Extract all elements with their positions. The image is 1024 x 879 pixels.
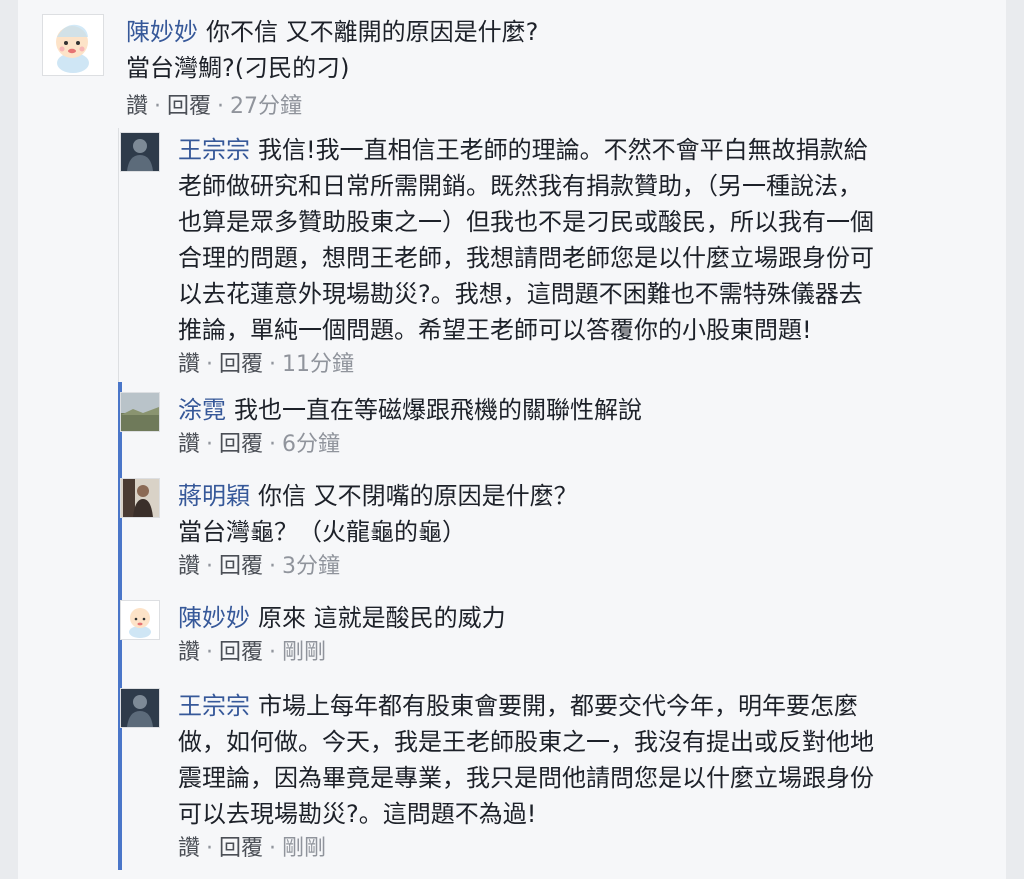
comment-text: 老師做研究和日常所需開銷。既然我有捐款贊助，（另一種說法，: [178, 172, 862, 200]
avatar[interactable]: [120, 688, 160, 728]
timestamp[interactable]: 11分鐘: [282, 352, 354, 377]
avatar[interactable]: [120, 478, 160, 518]
comment-text: 我也一直在等磁爆跟飛機的關聯性解說: [234, 396, 642, 424]
like-link[interactable]: 讚: [178, 836, 200, 861]
avatar[interactable]: [120, 132, 160, 172]
comment-text: 做，如何做。今天，我是王老師股東之一，我沒有提出或反對他地: [178, 728, 874, 756]
thread-indent-line: [118, 128, 119, 382]
comment-text: 你不信 又不離開的原因是什麼?: [206, 18, 539, 46]
comment-text: 震理論，因為畢竟是專業，我只是問他請問您是以什麼立場跟身份: [178, 764, 874, 792]
comment-text: 我信!我一直相信王老師的理論。不然不會平白無故捐款給: [258, 136, 868, 164]
like-link[interactable]: 讚: [178, 554, 200, 579]
like-link[interactable]: 讚: [126, 94, 148, 119]
comment-thread: 陳妙妙 你不信 又不離開的原因是什麼? 當台灣鯛?(刁民的刁) 讚 · 回覆 · 27分鐘…: [18, 0, 1006, 879]
reply-link[interactable]: 回覆: [219, 836, 263, 861]
like-link[interactable]: 讚: [178, 432, 200, 457]
author-name[interactable]: 王宗宗: [178, 692, 250, 720]
avatar[interactable]: [120, 600, 160, 640]
author-name[interactable]: 陳妙妙: [126, 18, 198, 46]
person-avatar-icon: [121, 479, 159, 517]
reply-link[interactable]: 回覆: [219, 432, 263, 457]
comment-text: 你信 又不閉嘴的原因是什麼？: [258, 482, 578, 510]
timestamp[interactable]: 27分鐘: [230, 94, 302, 119]
timestamp[interactable]: 3分鐘: [282, 554, 340, 579]
person-avatar-icon: [121, 133, 159, 171]
reply-link[interactable]: 回覆: [219, 352, 263, 377]
timestamp[interactable]: 剛剛: [282, 640, 326, 665]
baby-avatar-icon: [121, 601, 159, 639]
like-link[interactable]: 讚: [178, 640, 200, 665]
author-name[interactable]: 陳妙妙: [178, 604, 250, 632]
comment-text: 可以去現場勘災?。這問題不為過!: [178, 800, 537, 828]
comment-text: 當台灣鯛?(刁民的刁): [126, 54, 350, 82]
baby-avatar-icon: [43, 15, 103, 75]
comment-text: 推論，單純一個問題。希望王老師可以答覆你的小股東問題!: [178, 316, 812, 344]
avatar[interactable]: [120, 392, 160, 432]
person-avatar-icon: [121, 689, 159, 727]
author-name[interactable]: 蔣明穎: [178, 482, 250, 510]
comment-text: 也算是眾多贊助股東之一）但我也不是刁民或酸民，所以我有一個: [178, 208, 874, 236]
landscape-avatar-icon: [121, 393, 159, 431]
reply-link[interactable]: 回覆: [219, 554, 263, 579]
author-name[interactable]: 涂霓: [178, 396, 226, 424]
comment-text: 以去花蓮意外現場勘災?。我想，這問題不困難也不需特殊儀器去: [178, 280, 863, 308]
timestamp[interactable]: 剛剛: [282, 836, 326, 861]
comment-text: 原來 這就是酸民的威力: [258, 604, 506, 632]
reply-link[interactable]: 回覆: [167, 94, 211, 119]
comment-text: 合理的問題，想問王老師，我想請問老師您是以什麼立場跟身份可: [178, 244, 874, 272]
timestamp[interactable]: 6分鐘: [282, 432, 340, 457]
reply-link[interactable]: 回覆: [219, 640, 263, 665]
avatar[interactable]: [42, 14, 104, 76]
comment-text: 市場上每年都有股東會要開，都要交代今年，明年要怎麼: [258, 692, 858, 720]
author-name[interactable]: 王宗宗: [178, 136, 250, 164]
like-link[interactable]: 讚: [178, 352, 200, 377]
comment-text: 當台灣龜？（火龍龜的龜）: [178, 518, 466, 546]
